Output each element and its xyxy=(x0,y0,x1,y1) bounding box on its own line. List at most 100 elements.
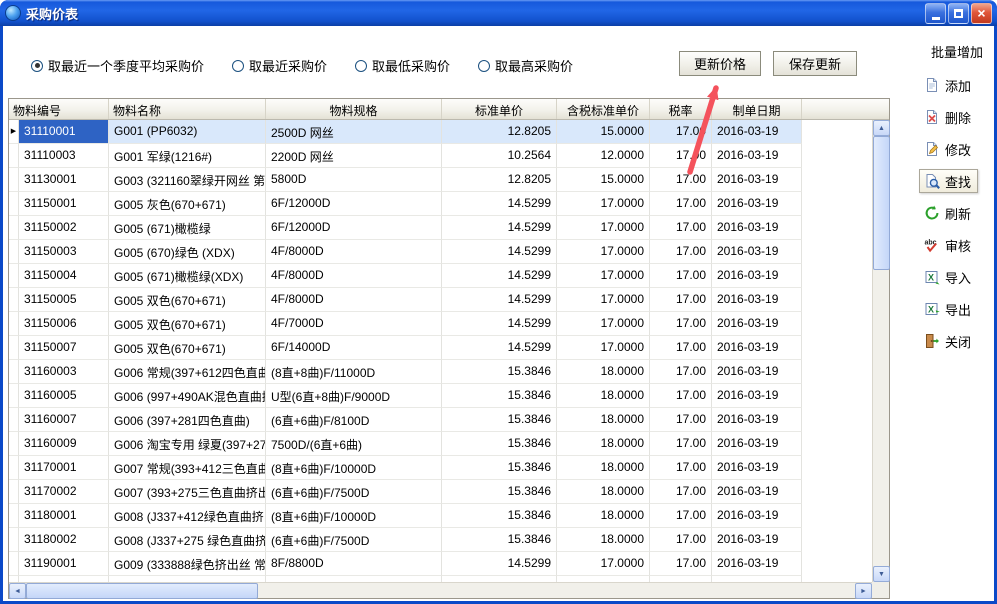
cell-tax_rate[interactable]: 17.00 xyxy=(650,336,712,360)
cell-date[interactable]: 2016-03-19 xyxy=(712,216,802,240)
cell-tax_rate[interactable]: 17.00 xyxy=(650,432,712,456)
cell-date[interactable]: 2016-03-19 xyxy=(712,192,802,216)
cell-spec[interactable]: (6直+6曲)F/7500D xyxy=(266,480,442,504)
cell-spec[interactable]: 6F/12000D xyxy=(266,192,442,216)
cell-price[interactable]: 14.5299 xyxy=(442,336,557,360)
cell-date[interactable]: 2016-03-19 xyxy=(712,384,802,408)
table-row[interactable]: 31150005G005 双色(670+671)4F/8000D14.52991… xyxy=(9,288,872,312)
cell-code[interactable]: 31150005 xyxy=(19,288,109,312)
cell-tax_rate[interactable]: 17.00 xyxy=(650,240,712,264)
cell-name[interactable]: G005 (670)绿色 (XDX) xyxy=(109,240,266,264)
table-row[interactable]: 31130001G003 (321160翠绿开网丝 第一批)5800D12.82… xyxy=(9,168,872,192)
cell-name[interactable]: G008 (J337+275 绿色直曲挤出丝) xyxy=(109,528,266,552)
cell-name[interactable]: G005 双色(670+671) xyxy=(109,312,266,336)
cell-price_tax[interactable]: 18.0000 xyxy=(557,360,650,384)
cell-date[interactable]: 2016-03-19 xyxy=(712,168,802,192)
cell-name[interactable]: G005 双色(670+671) xyxy=(109,336,266,360)
cell-name[interactable]: G005 (671)橄榄绿 xyxy=(109,216,266,240)
table-row[interactable]: 31190001G009 (333888绿色挤出丝 常规)8F/8800D14.… xyxy=(9,552,872,576)
cell-name[interactable]: G008 (J337+412绿色直曲挤出丝) xyxy=(109,504,266,528)
cell-code[interactable]: 31150002 xyxy=(19,216,109,240)
column-header-code[interactable]: 物料编号 xyxy=(9,99,109,119)
cell-name[interactable]: G005 双色(670+671) xyxy=(109,288,266,312)
cell-price[interactable]: 15.3846 xyxy=(442,360,557,384)
cell-price[interactable]: 14.5299 xyxy=(442,192,557,216)
cell-tax_rate[interactable]: 17.00 xyxy=(650,288,712,312)
cell-date[interactable]: 2016-03-19 xyxy=(712,456,802,480)
table-row[interactable]: 31170001G007 常规(393+412三色直曲挤出丝)(8直+6曲)F/… xyxy=(9,456,872,480)
cell-price[interactable]: 15.3846 xyxy=(442,456,557,480)
cell-tax_rate[interactable]: 17.00 xyxy=(650,480,712,504)
cell-price[interactable]: 15.3846 xyxy=(442,408,557,432)
table-row[interactable]: 31150004G005 (671)橄榄绿(XDX)4F/8000D14.529… xyxy=(9,264,872,288)
cell-price[interactable]: 10.2564 xyxy=(442,144,557,168)
scroll-down-icon[interactable]: ▼ xyxy=(873,566,890,582)
sidebar-button-refresh[interactable]: 刷新 xyxy=(919,201,978,225)
cell-tax_rate[interactable]: 17.00 xyxy=(650,192,712,216)
table-row[interactable]: 31160003G006 常规(397+612四色直曲挤出丝)(8直+8曲)F/… xyxy=(9,360,872,384)
cell-spec[interactable]: 6F/14000D xyxy=(266,336,442,360)
cell-tax_rate[interactable]: 17.00 xyxy=(650,408,712,432)
cell-tax_rate[interactable]: 17.00 xyxy=(650,456,712,480)
cell-name[interactable]: G003 (321160翠绿开网丝 第一批) xyxy=(109,168,266,192)
table-row[interactable]: 31180002G008 (J337+275 绿色直曲挤出丝)(6直+6曲)F/… xyxy=(9,528,872,552)
cell-date[interactable]: 2016-03-19 xyxy=(712,336,802,360)
cell-date[interactable]: 2016-03-19 xyxy=(712,480,802,504)
cell-code[interactable]: 31160003 xyxy=(19,360,109,384)
cell-date[interactable]: 2016-03-19 xyxy=(712,288,802,312)
cell-price_tax[interactable]: 18.0000 xyxy=(557,432,650,456)
cell-price_tax[interactable]: 18.0000 xyxy=(557,504,650,528)
cell-spec[interactable]: (6直+6曲)F/8100D xyxy=(266,408,442,432)
sidebar-button-close[interactable]: 关闭 xyxy=(919,329,978,353)
sidebar-button-delete[interactable]: 删除 xyxy=(919,105,978,129)
cell-date[interactable]: 2016-03-19 xyxy=(712,264,802,288)
cell-date[interactable]: 2016-03-19 xyxy=(712,144,802,168)
vertical-scrollbar[interactable]: ▲ ▼ xyxy=(872,120,889,582)
cell-price[interactable]: 15.3846 xyxy=(442,384,557,408)
maximize-button[interactable] xyxy=(948,3,969,24)
column-header-price[interactable]: 标准单价 xyxy=(442,99,557,119)
cell-price_tax[interactable]: 17.0000 xyxy=(557,240,650,264)
cell-tax_rate[interactable]: 17.00 xyxy=(650,168,712,192)
cell-code[interactable]: 31150006 xyxy=(19,312,109,336)
cell-price_tax[interactable]: 17.0000 xyxy=(557,336,650,360)
cell-code[interactable]: 31180001 xyxy=(19,504,109,528)
cell-code[interactable]: 31160005 xyxy=(19,384,109,408)
cell-date[interactable]: 2016-03-19 xyxy=(712,528,802,552)
save-update-button[interactable]: 保存更新 xyxy=(773,51,857,76)
table-row[interactable]: 31160007G006 (397+281四色直曲)(6直+6曲)F/8100D… xyxy=(9,408,872,432)
table-row[interactable]: 31150006G005 双色(670+671)4F/7000D14.52991… xyxy=(9,312,872,336)
cell-tax_rate[interactable]: 17.00 xyxy=(650,120,712,144)
cell-price[interactable]: 12.8205 xyxy=(442,168,557,192)
table-row[interactable]: 31160009G006 淘宝专用 绿夏(397+275四色直曲)7500D/(… xyxy=(9,432,872,456)
cell-price_tax[interactable]: 17.0000 xyxy=(557,216,650,240)
cell-price[interactable]: 12.8205 xyxy=(442,120,557,144)
cell-code[interactable]: 31170002 xyxy=(19,480,109,504)
cell-spec[interactable]: (8直+6曲)F/10000D xyxy=(266,504,442,528)
table-row[interactable]: 31110003G001 军绿(1216#)2200D 网丝10.256412.… xyxy=(9,144,872,168)
cell-code[interactable]: 31160009 xyxy=(19,432,109,456)
cell-price_tax[interactable]: 18.0000 xyxy=(557,384,650,408)
column-header-spec[interactable]: 物料规格 xyxy=(266,99,442,119)
scroll-right-icon[interactable]: ► xyxy=(855,583,872,599)
cell-tax_rate[interactable]: 17.00 xyxy=(650,384,712,408)
table-row[interactable]: 31150002G005 (671)橄榄绿6F/12000D14.529917.… xyxy=(9,216,872,240)
cell-code[interactable]: 31160007 xyxy=(19,408,109,432)
cell-spec[interactable]: 8F/8800D xyxy=(266,552,442,576)
horizontal-scrollbar[interactable]: ◄ ► xyxy=(9,582,872,598)
cell-spec[interactable]: 4F/8000D xyxy=(266,264,442,288)
update-price-button[interactable]: 更新价格 xyxy=(679,51,761,76)
cell-tax_rate[interactable]: 17.00 xyxy=(650,264,712,288)
scroll-up-icon[interactable]: ▲ xyxy=(873,120,890,136)
column-header-date[interactable]: 制单日期 xyxy=(712,99,802,119)
cell-name[interactable]: G006 (997+490AK混色直曲挤出丝) xyxy=(109,384,266,408)
radio-lowest[interactable]: 取最低采购价 xyxy=(355,56,450,75)
vertical-scroll-thumb[interactable] xyxy=(873,136,890,270)
titlebar[interactable]: 采购价表 × xyxy=(0,0,997,26)
cell-price[interactable]: 15.3846 xyxy=(442,504,557,528)
cell-price[interactable]: 14.5299 xyxy=(442,288,557,312)
cell-price_tax[interactable]: 18.0000 xyxy=(557,456,650,480)
radio-avg_quarter[interactable]: 取最近一个季度平均采购价 xyxy=(31,56,204,75)
cell-price[interactable]: 15.3846 xyxy=(442,480,557,504)
cell-price[interactable]: 15.3846 xyxy=(442,528,557,552)
